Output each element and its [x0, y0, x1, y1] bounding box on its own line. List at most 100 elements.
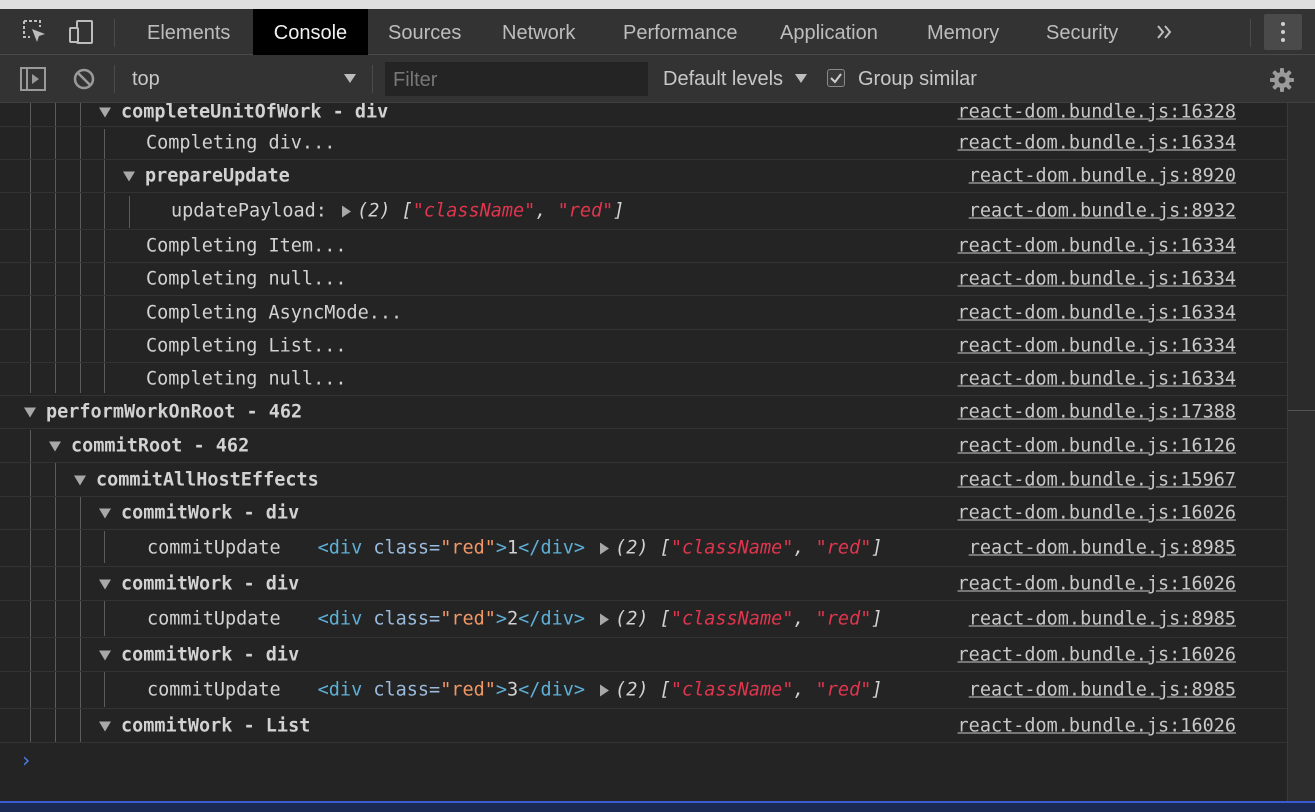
log-group-label: completeUnitOfWork - div — [121, 103, 389, 122]
separator — [114, 19, 115, 47]
tab-security[interactable]: Security — [1046, 9, 1118, 55]
clear-console-icon[interactable] — [73, 68, 95, 90]
console-row: commitRoot - 462 react-dom.bundle.js:161… — [0, 429, 1287, 463]
log-group-label: commitRoot - 462 — [71, 435, 250, 456]
log-group-label: commitWork - div — [121, 502, 300, 524]
expand-triangle-icon[interactable] — [99, 650, 111, 660]
console-row: commitWork - div react-dom.bundle.js:160… — [0, 638, 1287, 672]
log-message: Completing AsyncMode... — [146, 302, 403, 323]
expand-array-icon[interactable] — [600, 542, 610, 555]
expand-array-icon[interactable] — [600, 613, 610, 626]
tab-console[interactable]: Console — [253, 9, 368, 55]
console-row: Completing div... react-dom.bundle.js:16… — [0, 127, 1287, 160]
log-group-label: prepareUpdate — [145, 165, 290, 187]
expand-triangle-icon[interactable] — [49, 441, 61, 451]
kebab-menu-icon[interactable] — [1264, 14, 1302, 50]
group-similar-checkbox[interactable] — [827, 69, 845, 87]
inspect-icon[interactable] — [22, 19, 48, 45]
console-row: commitUpdate <div class="red">2</div> (2)… — [0, 601, 1287, 638]
tab-sources[interactable]: Sources — [388, 9, 461, 55]
console-row: updatePayload: (2) ["className", "red"] … — [0, 193, 1287, 230]
log-group-label: commitWork - div — [121, 644, 300, 665]
console-row: performWorkOnRoot - 462 react-dom.bundle… — [0, 396, 1287, 429]
expand-triangle-icon[interactable] — [24, 407, 36, 418]
console-row: Completing null... react-dom.bundle.js:1… — [0, 363, 1287, 396]
log-message: Completing null... — [146, 268, 347, 290]
console-row: commitWork - div react-dom.bundle.js:160… — [0, 497, 1287, 530]
source-link[interactable]: react-dom.bundle.js:16334 — [958, 369, 1236, 390]
log-label: commitUpdate — [147, 537, 281, 559]
log-message: Completing List... — [146, 335, 347, 357]
console-row: Completing null... react-dom.bundle.js:1… — [0, 263, 1287, 296]
checkmark-icon — [830, 73, 842, 84]
log-group-label: commitWork - List — [121, 715, 311, 736]
settings-gear-icon[interactable] — [1269, 67, 1295, 93]
expand-triangle-icon[interactable] — [99, 579, 111, 589]
log-group-label: commitAllHostEffects — [96, 469, 319, 490]
tab-network[interactable]: Network — [502, 9, 575, 55]
source-link[interactable]: react-dom.bundle.js:16026 — [958, 644, 1236, 665]
expand-triangle-icon[interactable] — [99, 107, 111, 117]
console-row: Completing AsyncMode... react-dom.bundle… — [0, 296, 1287, 330]
expand-triangle-icon[interactable] — [99, 721, 111, 731]
source-link[interactable]: react-dom.bundle.js:8985 — [969, 609, 1236, 630]
devtools-tab-bar: Elements Console Sources Network Perform… — [0, 9, 1315, 55]
separator — [372, 65, 373, 93]
source-link[interactable]: react-dom.bundle.js:16334 — [958, 236, 1236, 257]
expand-triangle-icon[interactable] — [74, 475, 86, 485]
log-message: Completing Item... — [146, 235, 347, 257]
source-link[interactable]: react-dom.bundle.js:16126 — [958, 435, 1236, 456]
console-messages: completeUnitOfWork - div react-dom.bundl… — [0, 103, 1287, 801]
expand-array-icon[interactable] — [600, 684, 610, 697]
console-row: commitUpdate <div class="red">1</div> (2)… — [0, 530, 1287, 567]
source-link[interactable]: react-dom.bundle.js:17388 — [958, 402, 1236, 423]
source-link[interactable]: react-dom.bundle.js:15967 — [958, 469, 1236, 490]
log-group-label: performWorkOnRoot - 462 — [46, 401, 303, 423]
console-prompt[interactable]: › — [20, 748, 32, 772]
expand-array-icon[interactable] — [342, 205, 352, 218]
console-row: commitAllHostEffects react-dom.bundle.js… — [0, 463, 1287, 497]
more-tabs-icon[interactable] — [1157, 25, 1173, 39]
tab-application[interactable]: Application — [780, 9, 878, 55]
device-toolbar-icon[interactable] — [68, 19, 94, 45]
tab-elements[interactable]: Elements — [147, 9, 230, 55]
expand-triangle-icon[interactable] — [123, 171, 135, 182]
source-link[interactable]: react-dom.bundle.js:16334 — [958, 269, 1236, 290]
filter-input[interactable]: Filter — [385, 62, 648, 96]
log-label: updatePayload: — [171, 200, 327, 222]
console-row: Completing List... react-dom.bundle.js:1… — [0, 330, 1287, 363]
console-row: prepareUpdate react-dom.bundle.js:8920 — [0, 160, 1287, 193]
source-link[interactable]: react-dom.bundle.js:16026 — [958, 503, 1236, 524]
levels-dropdown-icon[interactable] — [795, 74, 807, 83]
source-link[interactable]: react-dom.bundle.js:16026 — [958, 715, 1236, 736]
tab-performance[interactable]: Performance — [623, 9, 738, 55]
console-row: commitWork - div react-dom.bundle.js:160… — [0, 567, 1287, 601]
tab-memory[interactable]: Memory — [927, 9, 999, 55]
context-selector[interactable]: top — [132, 68, 160, 91]
separator — [1250, 19, 1251, 47]
source-link[interactable]: react-dom.bundle.js:8985 — [969, 680, 1236, 701]
source-link[interactable]: react-dom.bundle.js:16328 — [958, 103, 1236, 122]
source-link[interactable]: react-dom.bundle.js:8920 — [969, 166, 1236, 187]
source-link[interactable]: react-dom.bundle.js:8932 — [969, 201, 1236, 222]
log-label: commitUpdate — [147, 608, 281, 630]
window-top-strip — [0, 0, 1315, 9]
sidebar-toggle-icon[interactable] — [20, 67, 46, 91]
source-link[interactable]: react-dom.bundle.js:16334 — [958, 133, 1236, 154]
source-link[interactable]: react-dom.bundle.js:16334 — [958, 336, 1236, 357]
separator — [114, 65, 115, 93]
source-link[interactable]: react-dom.bundle.js:16026 — [958, 573, 1236, 594]
context-dropdown-icon[interactable] — [344, 74, 356, 83]
source-link[interactable]: react-dom.bundle.js:8985 — [969, 538, 1236, 559]
log-group-label: commitWork - div — [121, 573, 300, 594]
source-link[interactable]: react-dom.bundle.js:16334 — [958, 302, 1236, 323]
group-similar-label: Group similar — [858, 68, 977, 90]
expand-triangle-icon[interactable] — [99, 508, 111, 519]
console-row: commitUpdate <div class="red">3</div> (2)… — [0, 672, 1287, 709]
log-message: Completing null... — [146, 368, 347, 390]
scrollbar-thumb[interactable] — [1288, 410, 1315, 801]
window-bottom-edge — [0, 801, 1315, 812]
console-toolbar: top Filter Default levels Group similar — [0, 55, 1315, 103]
default-levels-dropdown[interactable]: Default levels — [663, 68, 783, 91]
log-message: Completing div... — [146, 132, 336, 154]
